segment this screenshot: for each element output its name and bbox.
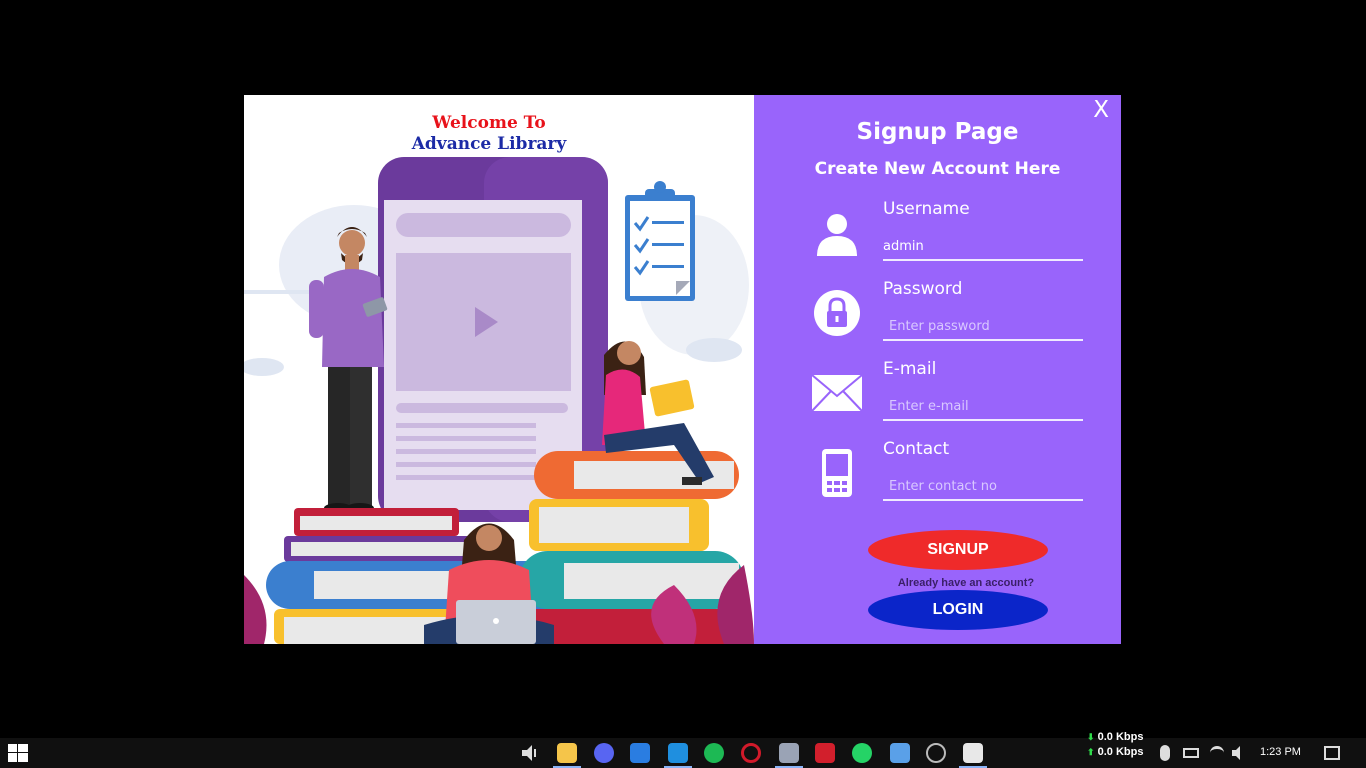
contact-input[interactable] xyxy=(883,469,1083,501)
username-group: Username xyxy=(809,199,1099,265)
page-subtitle: Create New Account Here xyxy=(814,159,1061,179)
red-app-icon[interactable] xyxy=(815,743,835,763)
download-arrow-icon: ⬆ xyxy=(1087,747,1095,757)
circle-app-icon[interactable] xyxy=(926,743,946,763)
wifi-icon[interactable] xyxy=(1210,746,1224,760)
upload-arrow-icon: ⬇ xyxy=(1087,732,1095,742)
illustration-panel: Welcome To Advance Library xyxy=(244,95,754,644)
phone-icon xyxy=(809,447,865,499)
signup-window: Welcome To Advance Library X Signup Page… xyxy=(244,95,1121,644)
signup-panel: X Signup Page Create New Account Here Us… xyxy=(754,95,1121,644)
contact-label: Contact xyxy=(883,439,950,459)
spotify-icon[interactable] xyxy=(704,743,724,763)
email-label: E-mail xyxy=(883,359,937,379)
lock-icon xyxy=(809,287,865,339)
blue-app-icon[interactable] xyxy=(668,743,688,763)
email-group: E-mail xyxy=(809,359,1099,425)
upload-rate: ⬇ 0.0 Kbps xyxy=(1087,731,1143,743)
user-icon xyxy=(809,207,865,259)
java-app-icon[interactable] xyxy=(963,743,983,763)
username-label: Username xyxy=(883,199,970,219)
gray-app-icon[interactable] xyxy=(779,743,799,763)
battery-icon[interactable] xyxy=(1183,748,1199,758)
password-group: Password xyxy=(809,279,1099,345)
upload-rate-text: 0.0 Kbps xyxy=(1097,731,1144,743)
volume-icon[interactable] xyxy=(1232,746,1244,760)
contact-group: Contact xyxy=(809,439,1099,505)
whatsapp-icon[interactable] xyxy=(852,743,872,763)
opera-icon[interactable] xyxy=(741,743,761,763)
page-title: Signup Page xyxy=(856,119,1019,145)
signup-button[interactable]: SIGNUP xyxy=(868,530,1048,570)
sound-app-icon[interactable] xyxy=(520,743,540,763)
discord-icon[interactable] xyxy=(594,743,614,763)
download-rate: ⬆ 0.0 Kbps xyxy=(1087,746,1143,758)
file-explorer-icon[interactable] xyxy=(557,743,577,763)
windows-start-icon[interactable] xyxy=(8,744,28,762)
taskbar-clock[interactable]: 1:23 PM xyxy=(1260,746,1301,758)
already-account-text: Already have an account? xyxy=(897,577,1035,589)
microsoft-store-icon[interactable] xyxy=(630,743,650,763)
gem-app-icon[interactable] xyxy=(890,743,910,763)
envelope-icon xyxy=(809,367,865,419)
action-center-icon[interactable] xyxy=(1324,746,1340,760)
password-label: Password xyxy=(883,279,963,299)
taskbar: ⬇ 0.0 Kbps ⬆ 0.0 Kbps 1:23 PM xyxy=(0,731,1366,768)
username-input[interactable] xyxy=(883,229,1083,261)
microphone-icon[interactable] xyxy=(1160,745,1170,761)
email-input[interactable] xyxy=(883,389,1083,421)
password-input[interactable] xyxy=(883,309,1083,341)
library-illustration xyxy=(244,157,754,644)
login-button[interactable]: LOGIN xyxy=(868,590,1048,630)
download-rate-text: 0.0 Kbps xyxy=(1097,746,1144,758)
